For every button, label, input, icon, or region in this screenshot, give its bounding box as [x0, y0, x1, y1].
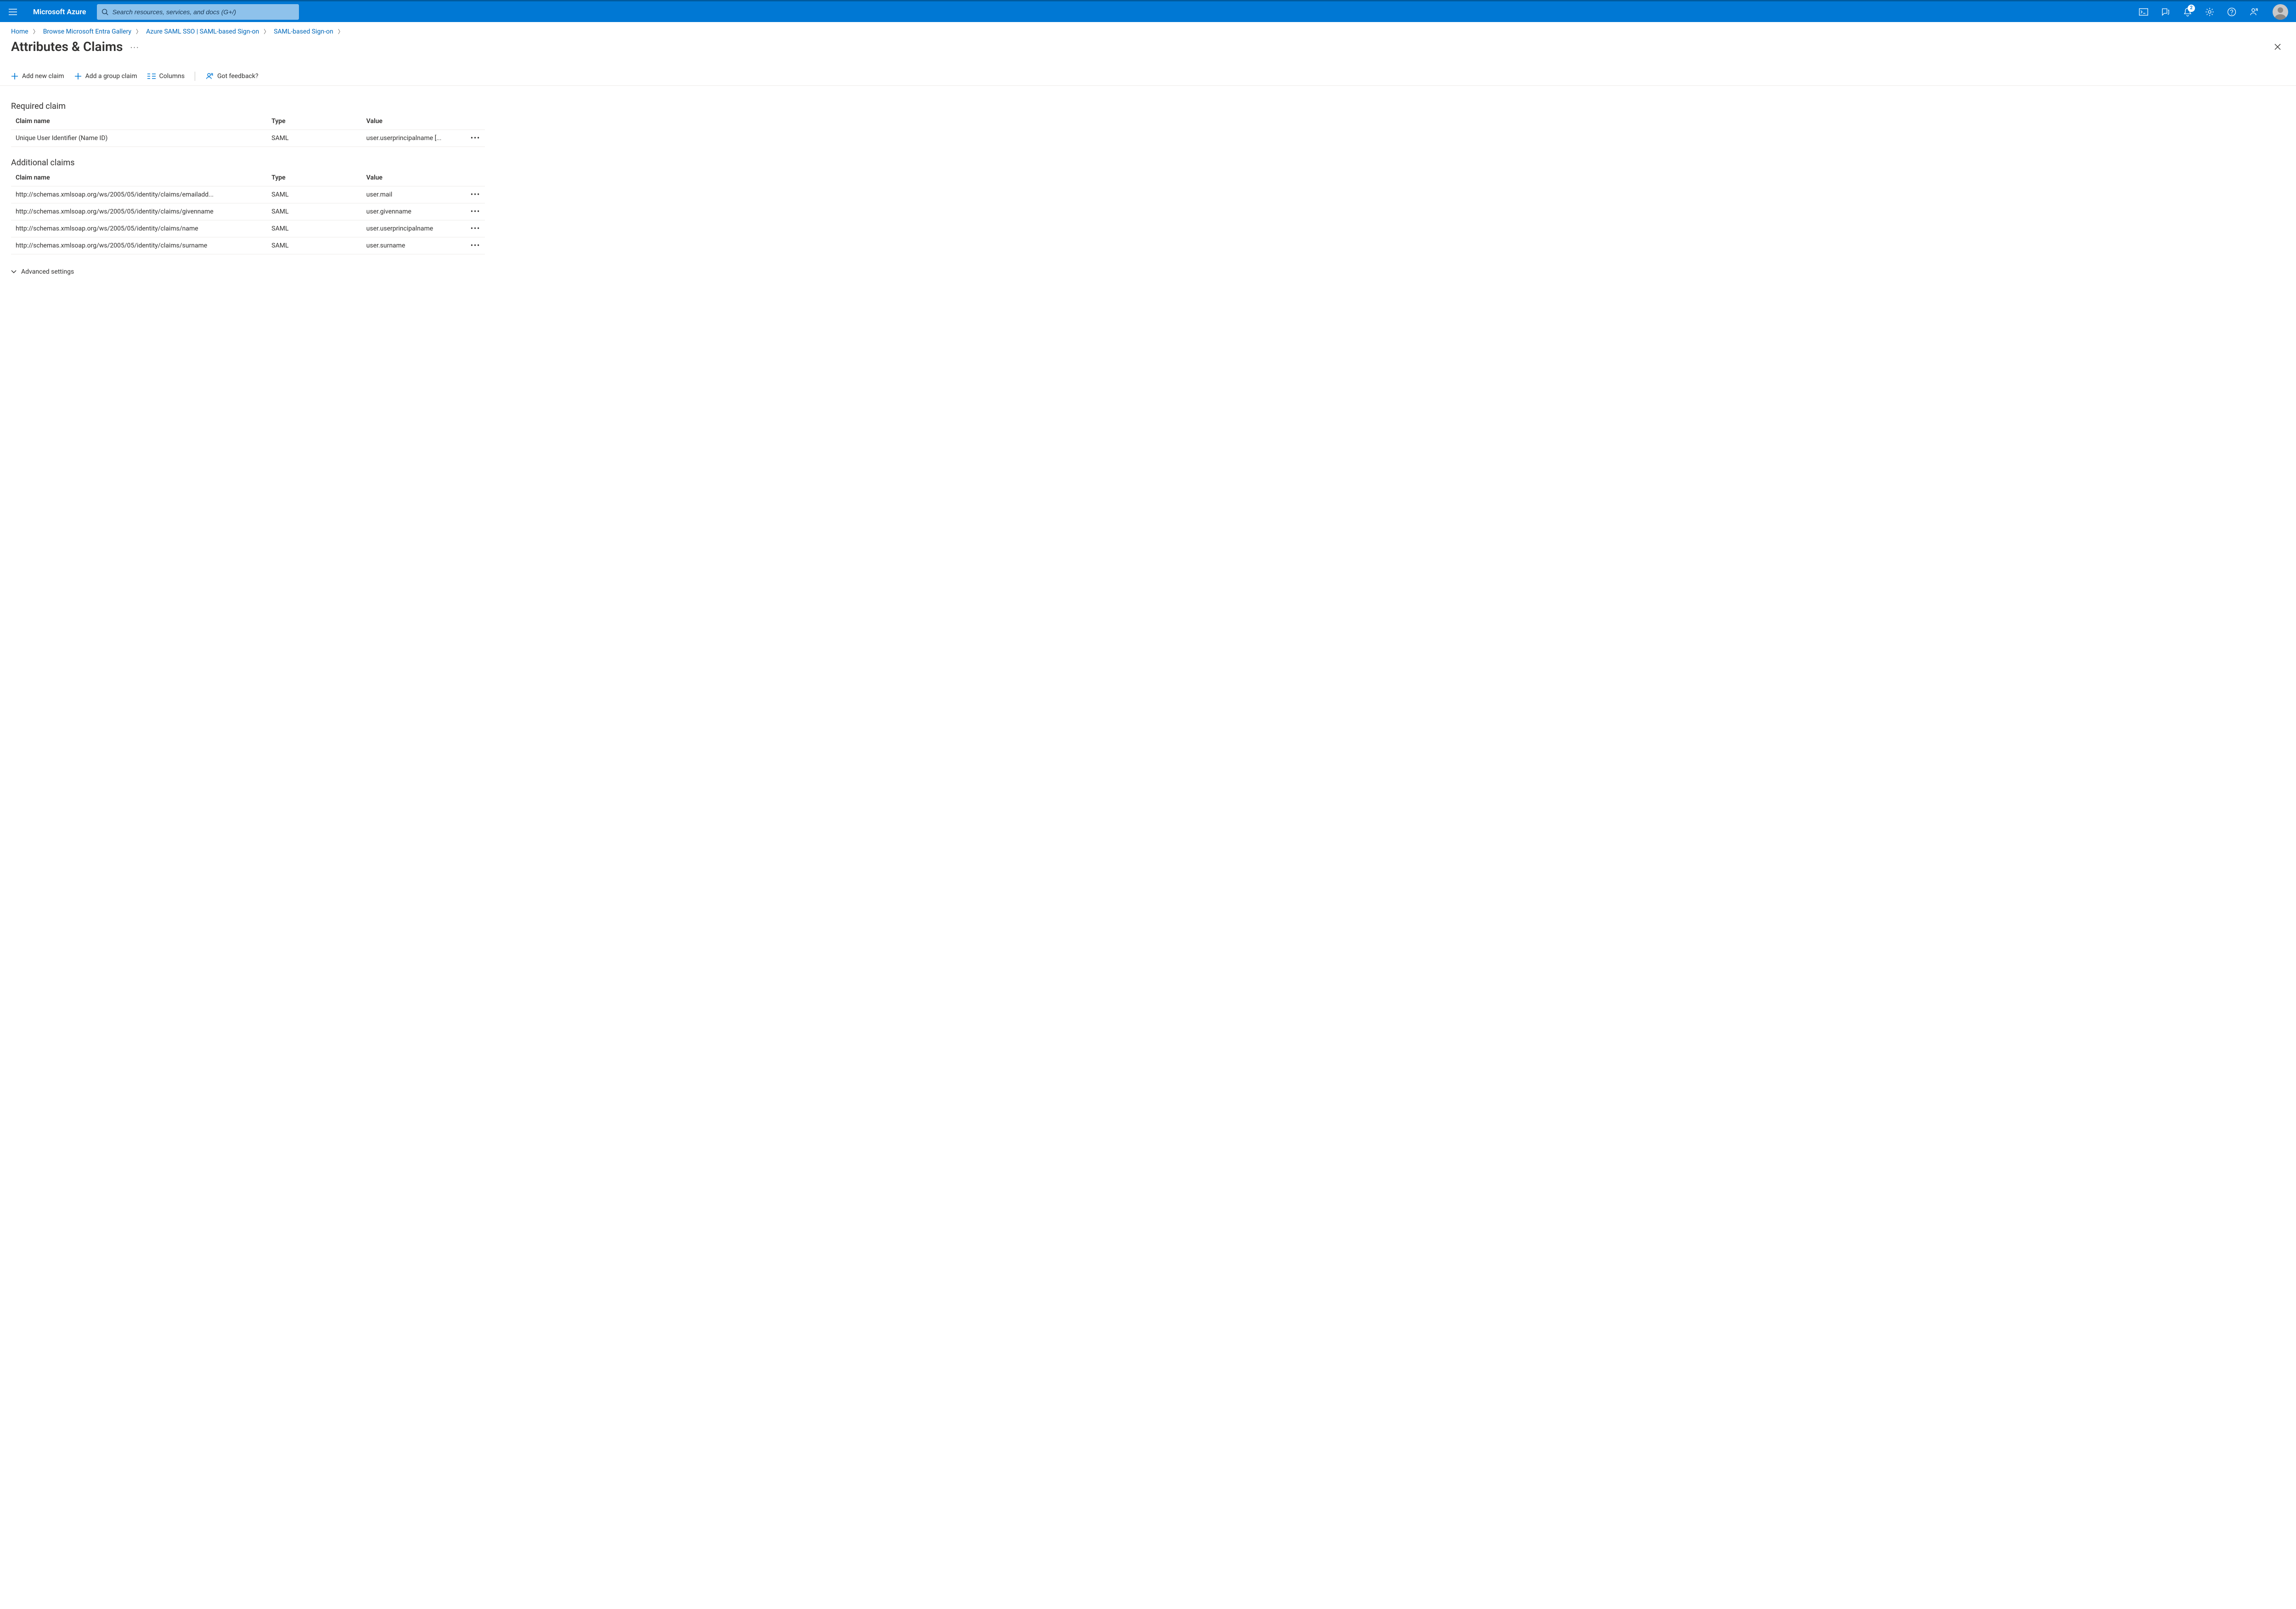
required-header-actions — [466, 113, 485, 130]
additional-row[interactable]: http://schemas.xmlsoap.org/ws/2005/05/id… — [11, 186, 485, 203]
required-row[interactable]: Unique User Identifier (Name ID) SAML us… — [11, 130, 485, 147]
additional-row-value: user.mail — [362, 186, 466, 203]
help-icon — [2227, 7, 2236, 17]
additional-header-type: Type — [267, 169, 361, 186]
advanced-settings-toggle[interactable]: Advanced settings — [11, 268, 485, 276]
feedback-button[interactable] — [2245, 3, 2263, 21]
additional-claims-title: Additional claims — [11, 158, 485, 168]
required-row-type: SAML — [267, 130, 361, 147]
cloud-shell-button[interactable] — [2134, 3, 2153, 21]
feedback-person-icon — [2249, 7, 2258, 17]
additional-row-type: SAML — [267, 186, 361, 203]
gear-icon — [2205, 7, 2214, 17]
chevron-right-icon: 〉 — [264, 28, 269, 35]
feedback-icon — [205, 72, 214, 80]
additional-row-name: http://schemas.xmlsoap.org/ws/2005/05/id… — [11, 186, 267, 203]
add-new-claim-button[interactable]: Add new claim — [11, 73, 64, 80]
avatar — [2273, 4, 2288, 20]
columns-label: Columns — [159, 73, 185, 80]
breadcrumb-app-saml[interactable]: Azure SAML SSO | SAML-based Sign-on — [146, 28, 259, 35]
hamburger-icon — [9, 9, 17, 15]
additional-row[interactable]: http://schemas.xmlsoap.org/ws/2005/05/id… — [11, 203, 485, 220]
additional-row[interactable]: http://schemas.xmlsoap.org/ws/2005/05/id… — [11, 237, 485, 254]
required-header-value: Value — [362, 113, 466, 130]
avatar-icon — [2273, 4, 2288, 20]
page-header: Attributes & Claims ··· — [0, 38, 2296, 59]
page-more-button[interactable]: ··· — [130, 41, 140, 52]
additional-row-value: user.givenname — [362, 203, 466, 220]
cloud-shell-icon — [2139, 8, 2148, 16]
additional-row-name: http://schemas.xmlsoap.org/ws/2005/05/id… — [11, 203, 267, 220]
breadcrumb-gallery[interactable]: Browse Microsoft Entra Gallery — [43, 28, 131, 35]
got-feedback-button[interactable]: Got feedback? — [205, 72, 259, 80]
plus-icon — [74, 73, 82, 80]
required-row-value: user.userprincipalname [... — [362, 130, 466, 147]
additional-header-actions — [466, 169, 485, 186]
required-claims-table: Claim name Type Value Unique User Identi… — [11, 113, 485, 147]
columns-icon — [147, 73, 156, 79]
required-claim-title: Required claim — [11, 101, 485, 111]
chevron-down-icon — [11, 270, 17, 274]
search-input[interactable] — [113, 8, 295, 16]
additional-row-value: user.userprincipalname — [362, 220, 466, 237]
additional-claims-table: Claim name Type Value http://schemas.xml… — [11, 169, 485, 254]
additional-row-type: SAML — [267, 203, 361, 220]
additional-row-name: http://schemas.xmlsoap.org/ws/2005/05/id… — [11, 237, 267, 254]
close-icon — [2274, 43, 2281, 51]
content: Required claim Claim name Type Value Uni… — [0, 86, 496, 294]
copilot-icon — [2161, 7, 2170, 17]
copilot-button[interactable] — [2156, 3, 2175, 21]
page-title: Attributes & Claims — [11, 39, 123, 54]
chevron-right-icon: 〉 — [33, 28, 39, 35]
required-row-name: Unique User Identifier (Name ID) — [11, 130, 267, 147]
breadcrumb-home[interactable]: Home — [11, 28, 28, 35]
add-new-claim-label: Add new claim — [22, 73, 64, 80]
breadcrumb: Home 〉 Browse Microsoft Entra Gallery 〉 … — [0, 22, 2296, 38]
global-search[interactable] — [97, 4, 299, 20]
help-button[interactable] — [2223, 3, 2241, 21]
additional-row[interactable]: http://schemas.xmlsoap.org/ws/2005/05/id… — [11, 220, 485, 237]
got-feedback-label: Got feedback? — [217, 73, 259, 80]
hamburger-menu-button[interactable] — [4, 3, 22, 21]
additional-row-name: http://schemas.xmlsoap.org/ws/2005/05/id… — [11, 220, 267, 237]
row-more-button[interactable]: ••• — [471, 191, 480, 198]
account-button[interactable] — [2270, 2, 2290, 22]
required-header-name: Claim name — [11, 113, 267, 130]
settings-button[interactable] — [2200, 3, 2219, 21]
add-group-claim-button[interactable]: Add a group claim — [74, 73, 137, 80]
brand-label: Microsoft Azure — [26, 7, 93, 16]
advanced-settings-label: Advanced settings — [21, 268, 74, 276]
command-bar: Add new claim Add a group claim Columns … — [0, 67, 2296, 86]
row-more-button[interactable]: ••• — [471, 135, 480, 142]
required-header-type: Type — [267, 113, 361, 130]
notification-badge: 2 — [2188, 5, 2195, 12]
add-group-claim-label: Add a group claim — [85, 73, 137, 80]
plus-icon — [11, 73, 18, 80]
global-header: Microsoft Azure 2 — [0, 0, 2296, 22]
additional-row-value: user.surname — [362, 237, 466, 254]
chevron-right-icon: 〉 — [136, 28, 141, 35]
additional-header-value: Value — [362, 169, 466, 186]
row-more-button[interactable]: ••• — [471, 208, 480, 215]
additional-row-type: SAML — [267, 237, 361, 254]
row-more-button[interactable]: ••• — [471, 225, 480, 232]
breadcrumb-saml-signon[interactable]: SAML-based Sign-on — [274, 28, 333, 35]
additional-row-type: SAML — [267, 220, 361, 237]
columns-button[interactable]: Columns — [147, 73, 185, 80]
chevron-right-icon: 〉 — [338, 28, 343, 35]
search-icon — [101, 8, 108, 16]
row-more-button[interactable]: ••• — [471, 242, 480, 249]
additional-header-name: Claim name — [11, 169, 267, 186]
notifications-button[interactable]: 2 — [2178, 3, 2197, 21]
close-button[interactable] — [2270, 39, 2285, 54]
